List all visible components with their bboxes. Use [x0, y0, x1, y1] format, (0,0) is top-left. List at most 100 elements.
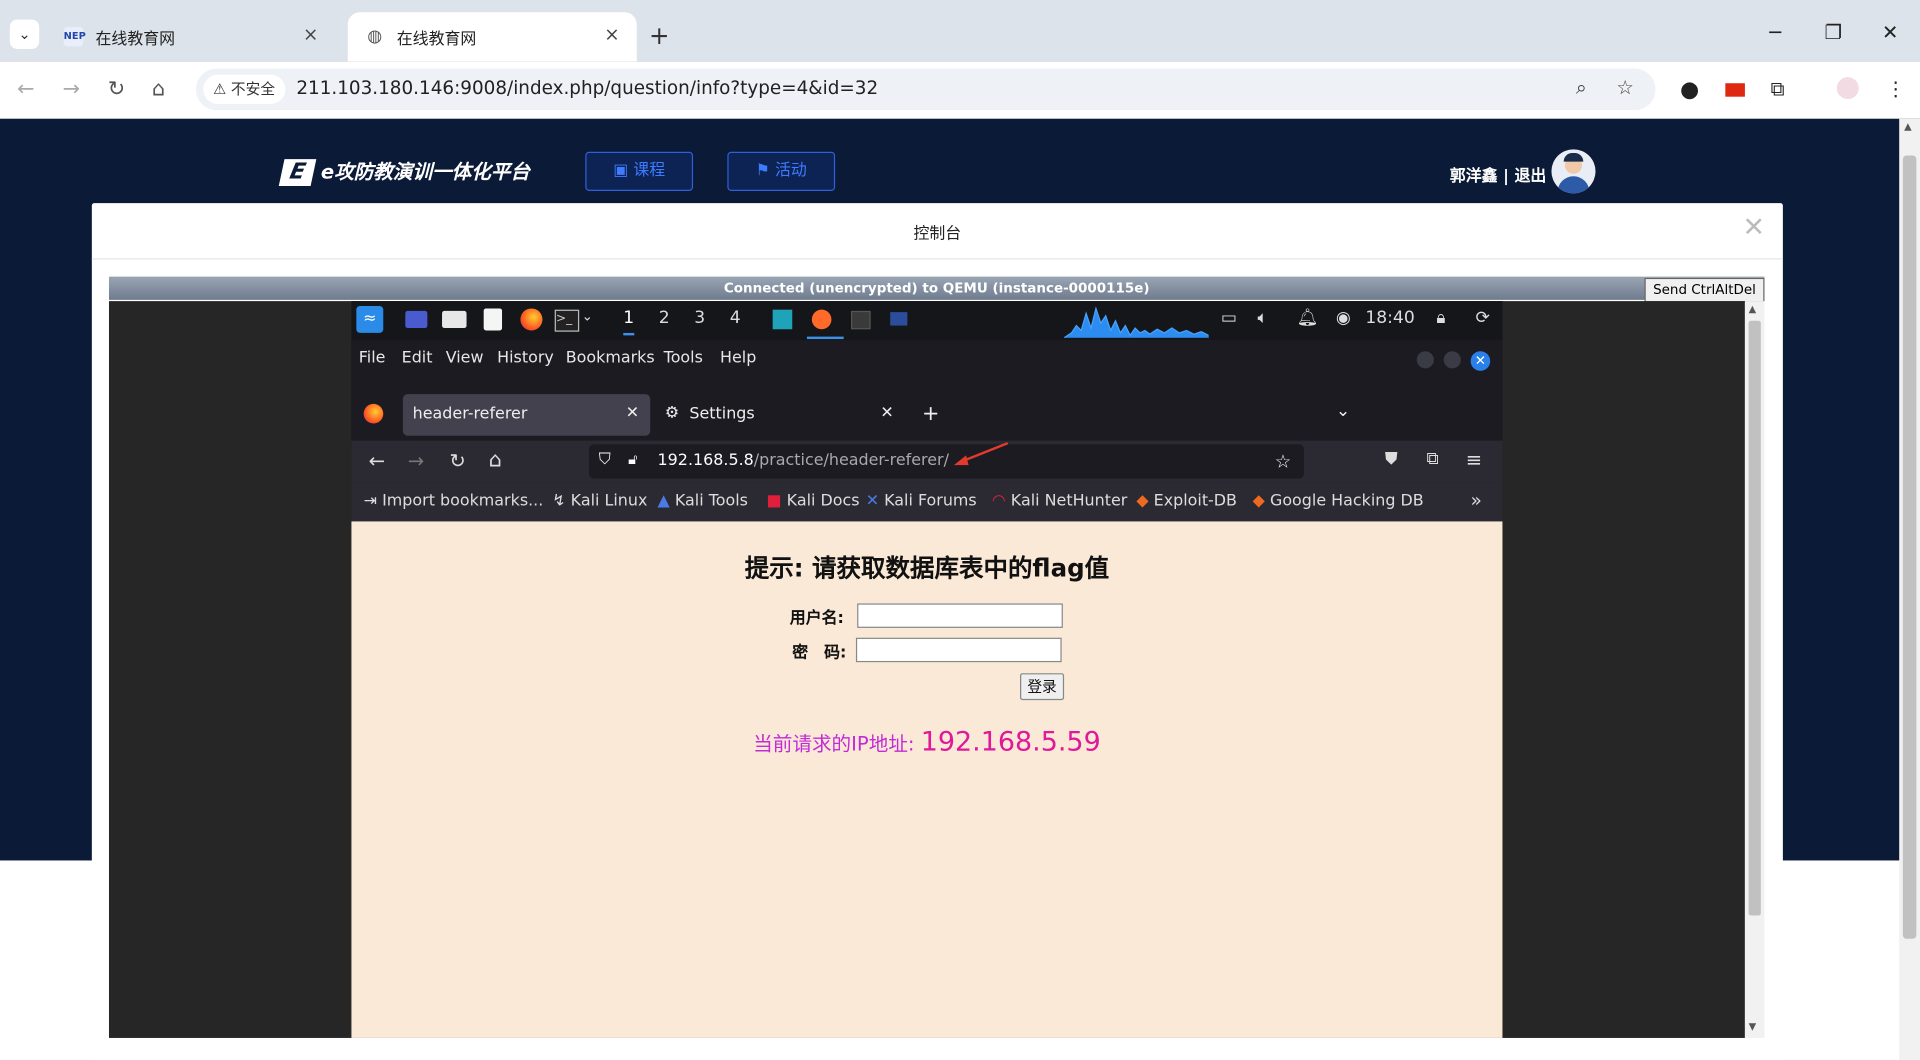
reload-icon[interactable]: ↻ — [108, 77, 125, 101]
forward-icon[interactable]: → — [62, 77, 79, 101]
menu-view[interactable]: View — [446, 349, 484, 367]
page-scroll-thumb[interactable] — [1902, 155, 1917, 939]
close-tab-icon[interactable]: ✕ — [626, 404, 639, 422]
menu-history[interactable]: History — [497, 349, 554, 367]
close-window-icon[interactable]: ✕ — [1882, 21, 1898, 44]
app-window-icon[interactable] — [772, 309, 793, 330]
extensions-icon[interactable]: ⧉ — [1427, 449, 1439, 469]
nav-activity-button[interactable]: ⚑ 活动 — [727, 151, 836, 191]
vm-window-icon[interactable] — [890, 312, 908, 326]
bookmark-star-icon[interactable]: ☆ — [1275, 450, 1291, 472]
extensions-puzzle-icon[interactable]: ⧉ — [1771, 77, 1785, 101]
home-icon[interactable]: ⌂ — [489, 448, 502, 472]
browser-tab[interactable]: NEP 在线教育网 × — [47, 12, 336, 61]
minimize-icon[interactable]: ─ — [1769, 21, 1781, 44]
back-icon[interactable]: ← — [369, 449, 385, 472]
launcher-dropdown-icon[interactable]: ⌄ — [582, 308, 593, 324]
kali-desktop[interactable]: ≈ >_ ⌄ 1 2 3 4 ▭ 🔈︎ 🔔︎ ◉ 18:40 🔒︎ ⟳ File… — [351, 301, 1503, 1038]
menu-edit[interactable]: Edit — [402, 349, 433, 367]
file-manager-icon[interactable] — [442, 310, 467, 329]
menu-help[interactable]: Help — [720, 349, 756, 367]
close-tab-icon[interactable]: ✕ — [880, 404, 893, 422]
home-icon[interactable]: ⌂ — [152, 77, 165, 101]
url-text[interactable]: 192.168.5.8/practice/header-referer/ — [658, 452, 949, 470]
list-tabs-icon[interactable]: ⌄ — [1336, 401, 1350, 421]
login-button[interactable]: 登录 — [1020, 673, 1065, 701]
logout-icon[interactable]: ⟳ — [1476, 308, 1490, 328]
url-text[interactable]: 211.103.180.146:9008/index.php/question/… — [296, 77, 878, 99]
user-name[interactable]: 郭洋鑫 — [1450, 168, 1498, 186]
close-tab-icon[interactable]: × — [604, 23, 619, 45]
firefox-view-icon[interactable] — [363, 403, 384, 424]
bookmark-google-hacking-db[interactable]: ◆ Google Hacking DB — [1253, 492, 1424, 510]
bookmark-star-icon[interactable]: ☆ — [1616, 76, 1634, 99]
display-icon[interactable]: ▭ — [1221, 308, 1237, 328]
hamburger-menu-icon[interactable]: ≡ — [1466, 448, 1482, 471]
password-input[interactable] — [855, 637, 1062, 663]
bookmark-kali-linux[interactable]: ↯ Kali Linux — [552, 492, 647, 510]
terminal-icon[interactable]: >_ — [554, 309, 580, 332]
firefox-launcher-icon[interactable] — [520, 308, 543, 331]
username-input[interactable] — [857, 603, 1063, 628]
more-bookmarks-icon[interactable]: » — [1471, 490, 1482, 512]
workspace-4[interactable]: 4 — [730, 308, 741, 328]
menu-file[interactable]: File — [359, 349, 386, 367]
maximize-window-icon[interactable] — [1443, 351, 1461, 369]
profile-avatar-icon[interactable] — [1836, 77, 1859, 100]
bookmark-kali-tools[interactable]: ▲ Kali Tools — [658, 492, 748, 510]
logout-link[interactable]: 退出 — [1514, 168, 1546, 186]
tracking-shield-icon[interactable]: ⛉ — [599, 450, 611, 468]
scroll-down-icon[interactable]: ▼ — [1749, 1021, 1757, 1032]
menu-tools[interactable]: Tools — [664, 349, 703, 367]
zoom-icon[interactable]: ⌕ — [1576, 76, 1587, 100]
tab-search-button[interactable]: ⌄ — [9, 19, 40, 49]
bookmark-import[interactable]: ⇥ Import bookmarks... — [364, 492, 544, 510]
firefox-tab-active[interactable]: header-referer ✕ — [402, 394, 651, 436]
extension-circle-icon[interactable]: ● — [1680, 77, 1699, 103]
forward-icon[interactable]: → — [408, 449, 424, 472]
bookmark-kali-nethunter[interactable]: ◠ Kali NetHunter — [992, 492, 1127, 510]
browser-tab-active[interactable]: ◍ 在线教育网 × — [347, 12, 637, 62]
china-flag-icon[interactable] — [1725, 83, 1745, 97]
workspace-2[interactable]: 2 — [659, 308, 670, 328]
menu-bookmarks[interactable]: Bookmarks — [566, 349, 655, 367]
notification-bell-icon[interactable]: 🔔︎ — [1297, 308, 1319, 328]
lock-icon[interactable]: 🔒︎ — [1436, 308, 1445, 328]
vnc-screen[interactable]: ≈ >_ ⌄ 1 2 3 4 ▭ 🔈︎ 🔔︎ ◉ 18:40 🔒︎ ⟳ File… — [108, 301, 1745, 1038]
clock[interactable]: 18:40 — [1365, 308, 1414, 328]
volume-icon[interactable]: 🔈︎ — [1258, 308, 1268, 328]
bookmark-exploit-db[interactable]: ◆ Exploit-DB — [1136, 492, 1237, 510]
show-desktop-icon[interactable] — [405, 310, 428, 329]
text-editor-icon[interactable] — [483, 308, 503, 331]
workspace-3[interactable]: 3 — [694, 308, 705, 328]
vnc-scrollbar[interactable]: ▲ ▼ — [1744, 301, 1765, 1038]
reload-icon[interactable]: ↻ — [449, 449, 465, 472]
page-scrollbar[interactable]: ▲ — [1899, 118, 1920, 1060]
firefox-url-bar[interactable]: ⛉ 🔓︎ 192.168.5.8/practice/header-referer… — [588, 444, 1305, 479]
restore-icon[interactable]: ❐ — [1825, 21, 1843, 44]
vnc-scroll-thumb[interactable] — [1748, 320, 1761, 916]
new-tab-button[interactable]: + — [649, 21, 670, 50]
pocket-icon[interactable]: ⛊ — [1385, 449, 1398, 469]
terminal-window-icon[interactable] — [851, 310, 871, 330]
scroll-up-icon[interactable]: ▲ — [1749, 304, 1757, 315]
kali-menu-icon[interactable]: ≈ — [356, 306, 384, 333]
firefox-tab[interactable]: ⚙ Settings ✕ — [662, 394, 902, 436]
minimize-window-icon[interactable] — [1416, 351, 1434, 369]
workspace-1[interactable]: 1 — [623, 308, 635, 336]
modal-close-icon[interactable]: ✕ — [1742, 213, 1765, 244]
send-ctrl-alt-del-button[interactable]: Send CtrlAltDel — [1644, 277, 1765, 303]
bookmark-kali-forums[interactable]: ✕ Kali Forums — [866, 492, 977, 510]
lock-insecure-icon[interactable]: 🔓︎ — [628, 450, 638, 468]
bookmark-kali-docs[interactable]: ■ Kali Docs — [767, 492, 860, 510]
avatar[interactable] — [1551, 149, 1596, 194]
power-manager-icon[interactable]: ◉ — [1336, 308, 1351, 328]
platform-logo[interactable]: Ee攻防教演训一体化平台 — [278, 155, 530, 187]
close-firefox-icon[interactable]: ✕ — [1470, 351, 1491, 371]
nav-course-button[interactable]: ▣ 课程 — [585, 151, 694, 191]
scroll-up-icon[interactable]: ▲ — [1904, 121, 1912, 132]
address-bar[interactable]: ⚠ 不安全 211.103.180.146:9008/index.php/que… — [195, 68, 1656, 111]
back-icon[interactable]: ← — [17, 77, 34, 101]
security-chip[interactable]: ⚠ 不安全 — [203, 74, 285, 105]
menu-kebab-icon[interactable]: ⋮ — [1886, 77, 1906, 100]
